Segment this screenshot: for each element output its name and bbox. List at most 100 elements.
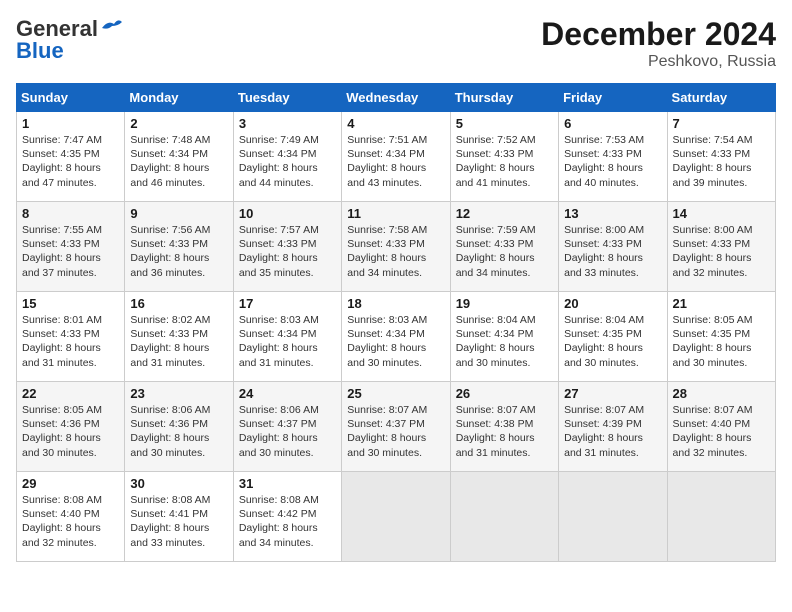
- sunrise-label: Sunrise:: [347, 404, 386, 416]
- day-info: Sunrise: 7:51 AM Sunset: 4:34 PM Dayligh…: [347, 133, 444, 190]
- day-info: Sunrise: 8:08 AM Sunset: 4:41 PM Dayligh…: [130, 493, 227, 550]
- day-info: Sunrise: 8:03 AM Sunset: 4:34 PM Dayligh…: [347, 313, 444, 370]
- sunset-label: Sunset:: [673, 328, 709, 340]
- daylight-label: Daylight:: [239, 342, 280, 354]
- table-row: 16 Sunrise: 8:02 AM Sunset: 4:33 PM Dayl…: [125, 292, 233, 382]
- day-number: 3: [239, 116, 336, 131]
- sunrise-label: Sunrise:: [673, 224, 712, 236]
- day-number: 11: [347, 206, 444, 221]
- daylight-label: Daylight:: [130, 252, 171, 264]
- table-row: 27 Sunrise: 8:07 AM Sunset: 4:39 PM Dayl…: [559, 382, 667, 472]
- day-number: 8: [22, 206, 119, 221]
- sunset-label: Sunset:: [456, 418, 492, 430]
- day-number: 5: [456, 116, 553, 131]
- daylight-label: Daylight:: [22, 252, 63, 264]
- daylight-label: Daylight:: [130, 162, 171, 174]
- table-row: 6 Sunrise: 7:53 AM Sunset: 4:33 PM Dayli…: [559, 112, 667, 202]
- sunrise-label: Sunrise:: [22, 224, 61, 236]
- calendar-week-row: 22 Sunrise: 8:05 AM Sunset: 4:36 PM Dayl…: [17, 382, 776, 472]
- daylight-label: Daylight:: [22, 522, 63, 534]
- day-number: 16: [130, 296, 227, 311]
- day-info: Sunrise: 8:00 AM Sunset: 4:33 PM Dayligh…: [564, 223, 661, 280]
- day-info: Sunrise: 8:01 AM Sunset: 4:33 PM Dayligh…: [22, 313, 119, 370]
- day-info: Sunrise: 8:04 AM Sunset: 4:35 PM Dayligh…: [564, 313, 661, 370]
- day-info: Sunrise: 8:05 AM Sunset: 4:35 PM Dayligh…: [673, 313, 770, 370]
- day-number: 17: [239, 296, 336, 311]
- day-info: Sunrise: 8:07 AM Sunset: 4:39 PM Dayligh…: [564, 403, 661, 460]
- sunset-label: Sunset:: [347, 418, 383, 430]
- sunset-label: Sunset:: [347, 238, 383, 250]
- logo-blue: Blue: [16, 38, 64, 64]
- day-info: Sunrise: 8:00 AM Sunset: 4:33 PM Dayligh…: [673, 223, 770, 280]
- day-number: 24: [239, 386, 336, 401]
- sunrise-label: Sunrise:: [347, 134, 386, 146]
- daylight-label: Daylight:: [673, 252, 714, 264]
- sunrise-label: Sunrise:: [347, 314, 386, 326]
- table-row: 17 Sunrise: 8:03 AM Sunset: 4:34 PM Dayl…: [233, 292, 341, 382]
- table-row: 31 Sunrise: 8:08 AM Sunset: 4:42 PM Dayl…: [233, 472, 341, 562]
- sunset-label: Sunset:: [239, 238, 275, 250]
- day-number: 29: [22, 476, 119, 491]
- table-row: 15 Sunrise: 8:01 AM Sunset: 4:33 PM Dayl…: [17, 292, 125, 382]
- sunrise-label: Sunrise:: [239, 224, 278, 236]
- day-number: 6: [564, 116, 661, 131]
- day-info: Sunrise: 8:04 AM Sunset: 4:34 PM Dayligh…: [456, 313, 553, 370]
- table-row: 1 Sunrise: 7:47 AM Sunset: 4:35 PM Dayli…: [17, 112, 125, 202]
- table-row: 19 Sunrise: 8:04 AM Sunset: 4:34 PM Dayl…: [450, 292, 558, 382]
- day-number: 9: [130, 206, 227, 221]
- sunrise-label: Sunrise:: [22, 404, 61, 416]
- daylight-label: Daylight:: [239, 522, 280, 534]
- col-thursday: Thursday: [450, 84, 558, 112]
- day-number: 25: [347, 386, 444, 401]
- day-number: 19: [456, 296, 553, 311]
- table-row: 10 Sunrise: 7:57 AM Sunset: 4:33 PM Dayl…: [233, 202, 341, 292]
- sunrise-label: Sunrise:: [130, 494, 169, 506]
- daylight-label: Daylight:: [456, 432, 497, 444]
- col-saturday: Saturday: [667, 84, 775, 112]
- col-friday: Friday: [559, 84, 667, 112]
- daylight-label: Daylight:: [239, 432, 280, 444]
- daylight-label: Daylight:: [673, 162, 714, 174]
- daylight-label: Daylight:: [239, 252, 280, 264]
- day-number: 30: [130, 476, 227, 491]
- sunset-label: Sunset:: [130, 328, 166, 340]
- sunset-label: Sunset:: [456, 328, 492, 340]
- day-number: 1: [22, 116, 119, 131]
- table-row: 9 Sunrise: 7:56 AM Sunset: 4:33 PM Dayli…: [125, 202, 233, 292]
- day-number: 20: [564, 296, 661, 311]
- daylight-label: Daylight:: [347, 342, 388, 354]
- table-row: 23 Sunrise: 8:06 AM Sunset: 4:36 PM Dayl…: [125, 382, 233, 472]
- day-info: Sunrise: 7:56 AM Sunset: 4:33 PM Dayligh…: [130, 223, 227, 280]
- sunset-label: Sunset:: [22, 418, 58, 430]
- day-number: 10: [239, 206, 336, 221]
- day-info: Sunrise: 8:02 AM Sunset: 4:33 PM Dayligh…: [130, 313, 227, 370]
- table-row: 25 Sunrise: 8:07 AM Sunset: 4:37 PM Dayl…: [342, 382, 450, 472]
- calendar-week-row: 29 Sunrise: 8:08 AM Sunset: 4:40 PM Dayl…: [17, 472, 776, 562]
- sunset-label: Sunset:: [22, 148, 58, 160]
- sunset-label: Sunset:: [130, 418, 166, 430]
- day-info: Sunrise: 7:54 AM Sunset: 4:33 PM Dayligh…: [673, 133, 770, 190]
- table-row: [667, 472, 775, 562]
- day-info: Sunrise: 7:53 AM Sunset: 4:33 PM Dayligh…: [564, 133, 661, 190]
- table-row: 2 Sunrise: 7:48 AM Sunset: 4:34 PM Dayli…: [125, 112, 233, 202]
- calendar-week-row: 1 Sunrise: 7:47 AM Sunset: 4:35 PM Dayli…: [17, 112, 776, 202]
- day-info: Sunrise: 7:58 AM Sunset: 4:33 PM Dayligh…: [347, 223, 444, 280]
- daylight-label: Daylight:: [456, 342, 497, 354]
- table-row: 22 Sunrise: 8:05 AM Sunset: 4:36 PM Dayl…: [17, 382, 125, 472]
- table-row: 14 Sunrise: 8:00 AM Sunset: 4:33 PM Dayl…: [667, 202, 775, 292]
- day-info: Sunrise: 7:49 AM Sunset: 4:34 PM Dayligh…: [239, 133, 336, 190]
- calendar-table: Sunday Monday Tuesday Wednesday Thursday…: [16, 83, 776, 562]
- daylight-label: Daylight:: [564, 162, 605, 174]
- daylight-label: Daylight:: [130, 522, 171, 534]
- day-number: 26: [456, 386, 553, 401]
- sunset-label: Sunset:: [22, 508, 58, 520]
- sunrise-label: Sunrise:: [564, 134, 603, 146]
- sunset-label: Sunset:: [239, 508, 275, 520]
- day-number: 18: [347, 296, 444, 311]
- sunset-label: Sunset:: [673, 418, 709, 430]
- day-info: Sunrise: 7:48 AM Sunset: 4:34 PM Dayligh…: [130, 133, 227, 190]
- day-info: Sunrise: 7:57 AM Sunset: 4:33 PM Dayligh…: [239, 223, 336, 280]
- day-number: 27: [564, 386, 661, 401]
- sunrise-label: Sunrise:: [130, 404, 169, 416]
- table-row: 12 Sunrise: 7:59 AM Sunset: 4:33 PM Dayl…: [450, 202, 558, 292]
